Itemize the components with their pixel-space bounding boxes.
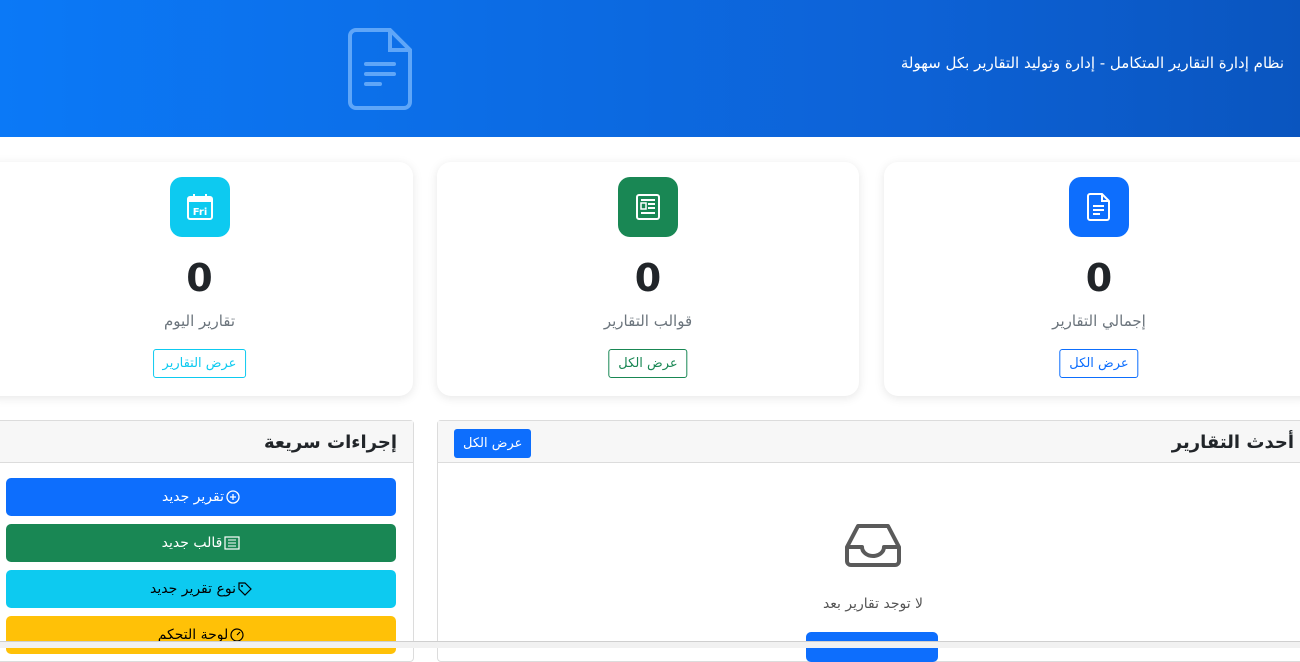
view-all-recent-button[interactable]: عرض الكل: [454, 429, 532, 458]
panel-title: إجراءات سريعة: [264, 432, 397, 453]
stat-value: 0: [1085, 256, 1113, 300]
button-label: تقرير جديد: [161, 489, 225, 505]
stat-card-templates: 0 قوالب التقارير عرض الكل: [437, 162, 859, 396]
panel-title: أحدث التقارير: [1171, 432, 1294, 453]
stat-label: تقارير اليوم: [163, 312, 236, 330]
panel-header: إجراءات سريعة: [0, 421, 413, 463]
stat-value: 0: [186, 256, 213, 300]
hero-subtitle: نظام إدارة التقارير المتكامل - إدارة وتو…: [900, 54, 1284, 72]
recent-reports-panel: أحدث التقارير عرض الكل لا توجد تقارير بع…: [437, 420, 1300, 662]
empty-state-text: لا توجد تقارير بعد: [822, 596, 924, 612]
speedometer-icon: [230, 628, 244, 642]
tags-icon: [238, 582, 252, 596]
view-today-reports-button[interactable]: عرض التقارير: [152, 349, 247, 378]
view-all-reports-button[interactable]: عرض الكل: [1059, 349, 1139, 378]
file-text-icon: [1069, 177, 1129, 237]
file-text-icon: [348, 28, 412, 110]
stat-card-today-reports: Fri 0 تقارير اليوم عرض التقارير: [0, 162, 413, 396]
stat-label: قوالب التقارير: [603, 312, 693, 330]
panel-header: أحدث التقارير عرض الكل: [438, 421, 1300, 463]
calendar-icon: Fri: [169, 177, 230, 237]
file-list-icon: [224, 536, 240, 550]
button-label: نوع تقرير جديد: [150, 581, 236, 597]
newspaper-icon: [618, 177, 678, 237]
dashboard-button[interactable]: لوحة التحكم: [6, 616, 396, 654]
button-label: قالب جديد: [161, 535, 223, 551]
new-template-button[interactable]: قالب جديد: [6, 524, 396, 562]
stat-label: إجمالي التقارير: [1052, 312, 1146, 330]
calendar-day-text: Fri: [192, 207, 207, 218]
hero-banner: نظام إدارة التقارير المتكامل - إدارة وتو…: [0, 0, 1300, 137]
inbox-icon: [845, 524, 901, 567]
view-all-templates-button[interactable]: عرض الكل: [608, 349, 688, 378]
plus-circle-icon: [226, 490, 240, 504]
new-report-button[interactable]: تقرير جديد: [6, 478, 396, 516]
new-report-type-button[interactable]: نوع تقرير جديد: [6, 570, 396, 608]
stat-value: 0: [634, 256, 662, 300]
stat-card-total-reports: 0 إجمالي التقارير عرض الكل: [884, 162, 1300, 396]
